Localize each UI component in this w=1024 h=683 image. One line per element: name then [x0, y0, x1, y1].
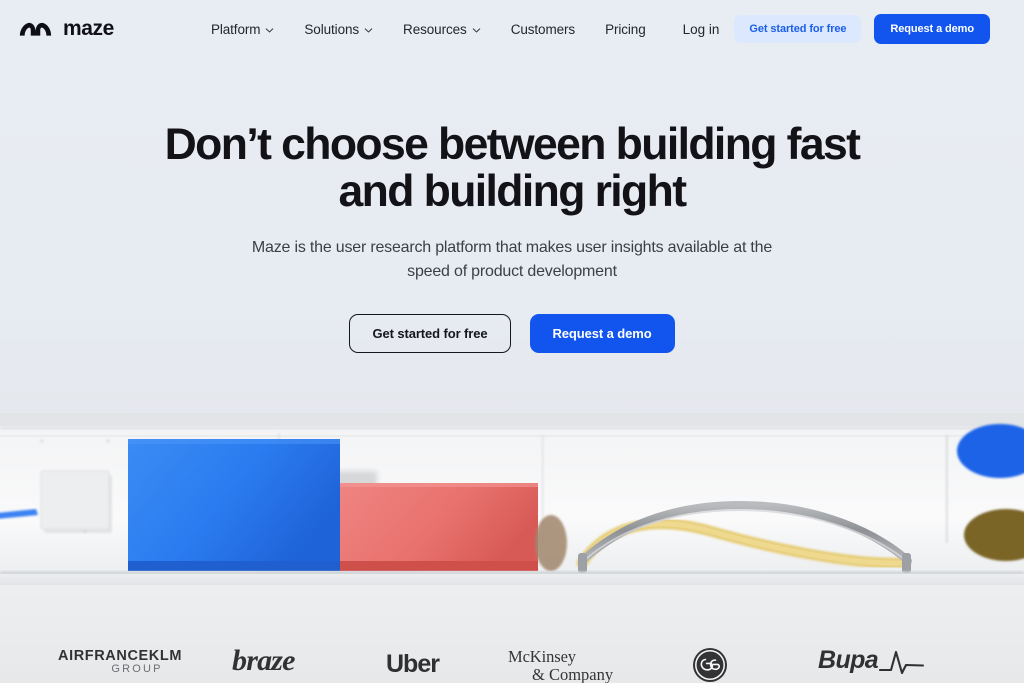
chevron-down-icon	[266, 27, 274, 33]
logo-ge	[692, 647, 728, 683]
brand-logo[interactable]: maze	[18, 17, 114, 41]
top-navigation-bar: maze Platform Solutions Resources Custom…	[0, 0, 1024, 58]
logo-mckinsey-sub: & Company	[532, 665, 614, 683]
hero-photo-illustration	[0, 413, 1024, 585]
brand-name: maze	[63, 17, 114, 40]
request-demo-button[interactable]: Request a demo	[874, 14, 990, 44]
logo-mckinsey-name: McKinsey	[508, 647, 576, 666]
chevron-down-icon	[364, 27, 373, 33]
nav-links: Platform Solutions Resources Customers P…	[211, 22, 646, 37]
maze-arch-logo-icon	[19, 22, 52, 36]
nav-item-resources-label: Resources	[403, 21, 467, 37]
login-link[interactable]: Log in	[683, 22, 720, 37]
logo-uber: Uber	[386, 650, 440, 678]
headline-line-1: Don’t choose between building fast	[164, 120, 861, 169]
nav-item-pricing[interactable]: Pricing	[605, 22, 646, 37]
nav-item-solutions-label: Solutions	[304, 21, 360, 37]
subhead-line-2: speed of product development	[407, 263, 617, 280]
nav-item-platform-label: Platform	[210, 21, 261, 37]
logo-airfranceklm-sub: GROUP	[111, 663, 163, 675]
heartbeat-icon	[879, 650, 925, 675]
logo-braze: braze	[232, 644, 295, 677]
landing-page: maze Platform Solutions Resources Custom…	[0, 0, 1024, 683]
hero-photo	[0, 413, 1024, 585]
nav-actions: Log in Get started for free Request a de…	[683, 14, 1008, 44]
hero-subheading: Maze is the user research platform that …	[0, 236, 1024, 284]
page-title: Don’t choose between building fast and b…	[0, 58, 1024, 215]
get-started-button[interactable]: Get started for free	[734, 15, 862, 43]
hero-get-started-button[interactable]: Get started for free	[349, 314, 511, 353]
nav-item-pricing-label: Pricing	[605, 21, 646, 37]
nav-item-customers-label: Customers	[510, 21, 576, 37]
logo-airfranceklm: AIRFRANCEKLM GROUP	[58, 648, 182, 675]
nav-item-resources[interactable]: Resources	[403, 22, 481, 37]
nav-item-customers[interactable]: Customers	[511, 22, 575, 37]
chevron-down-icon	[472, 27, 480, 33]
logo-mckinsey: McKinsey & Company	[508, 647, 613, 683]
logo-airfranceklm-name: AIRFRANCEKLM	[58, 648, 182, 664]
logo-bupa: Bupa	[818, 646, 925, 675]
hero-cta-group: Get started for free Request a demo	[0, 314, 1024, 353]
logo-bupa-name: Bupa	[818, 646, 879, 674]
subhead-line-1: Maze is the user research platform that …	[251, 239, 773, 256]
nav-item-solutions[interactable]: Solutions	[304, 22, 373, 37]
customer-logos-row: AIRFRANCEKLM GROUP braze Uber McKinsey &…	[0, 644, 1024, 683]
hero-request-demo-button[interactable]: Request a demo	[529, 314, 675, 353]
ge-monogram-icon	[693, 648, 727, 682]
hero-section: Don’t choose between building fast and b…	[0, 58, 1024, 353]
headline-line-2: and building right	[338, 167, 688, 216]
nav-item-platform[interactable]: Platform	[211, 22, 274, 37]
